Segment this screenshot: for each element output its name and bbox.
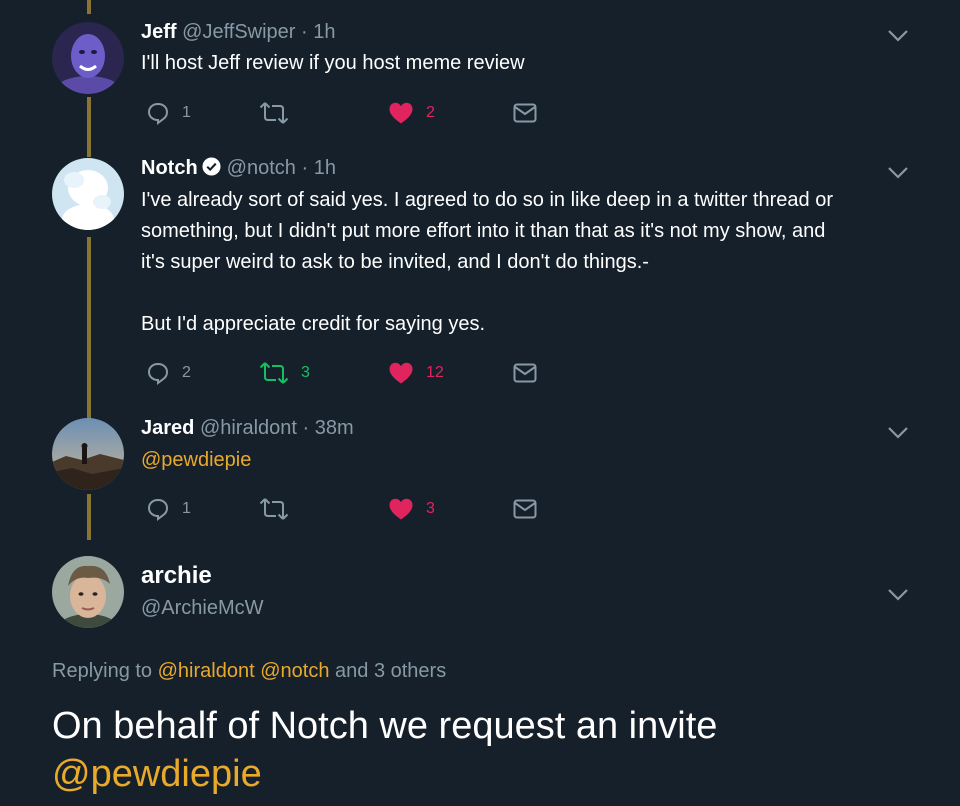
- reply-mention-link[interactable]: @hiraldont: [158, 660, 255, 682]
- like-count: 3: [426, 500, 435, 517]
- replying-prefix: Replying to: [52, 660, 153, 682]
- reply-count: 1: [182, 500, 191, 517]
- reply-icon: [147, 102, 169, 125]
- tweet-notch[interactable]: Notch @notch · 1h I've already sort of sa…: [0, 150, 960, 408]
- retweet-icon: [259, 498, 289, 520]
- tweet-actions: 1 3: [141, 494, 561, 524]
- focused-tweet-text: On behalf of Notch we request an invite …: [52, 702, 932, 798]
- like-icon: [389, 362, 413, 384]
- tweet-text-line: On behalf of Notch we request an invite: [52, 705, 718, 747]
- tweet-header: Jeff @JeffSwiper · 1h: [141, 21, 336, 44]
- tweet-text-line: I've already sort of said yes. I agreed …: [141, 189, 833, 211]
- user-handle[interactable]: @hiraldont: [200, 417, 297, 439]
- tweet-header: Jared @hiraldont · 38m: [141, 417, 354, 440]
- retweet-icon: [259, 362, 289, 384]
- retweet-button[interactable]: [259, 98, 289, 128]
- like-count: 12: [426, 364, 444, 381]
- reply-mention-link[interactable]: @notch: [260, 660, 329, 682]
- user-handle[interactable]: @ArchieMcW: [141, 597, 264, 620]
- separator-dot: ·: [302, 417, 310, 439]
- chevron-down-icon[interactable]: [887, 588, 909, 602]
- avatar[interactable]: [52, 158, 124, 230]
- dm-button[interactable]: [513, 358, 537, 388]
- display-name[interactable]: Jeff: [141, 21, 177, 43]
- tweet-actions: 1 2: [141, 98, 561, 128]
- timestamp[interactable]: 38m: [315, 417, 354, 439]
- dm-button[interactable]: [513, 98, 537, 128]
- reply-button[interactable]: 1: [146, 98, 191, 128]
- dm-icon: [513, 103, 537, 123]
- like-icon: [389, 498, 413, 520]
- reply-count: 1: [182, 104, 191, 121]
- retweet-button[interactable]: [259, 494, 289, 524]
- tweet-text-line: [141, 278, 911, 309]
- display-name[interactable]: Jared: [141, 417, 194, 439]
- reply-icon: [147, 362, 169, 385]
- display-name[interactable]: archie: [141, 562, 212, 590]
- mention-link[interactable]: @pewdiepie: [52, 750, 932, 798]
- reply-button[interactable]: 2: [146, 358, 191, 388]
- user-handle[interactable]: @JeffSwiper: [182, 21, 295, 43]
- tweet-text-line: But I'd appreciate credit for saying yes…: [141, 313, 485, 335]
- dm-icon: [513, 499, 537, 519]
- reply-button[interactable]: 1: [146, 494, 191, 524]
- chevron-down-icon[interactable]: [887, 29, 909, 43]
- reply-icon: [147, 498, 169, 521]
- separator-dot: ·: [301, 157, 309, 179]
- verified-badge-icon: [202, 157, 221, 176]
- tweet-jeff[interactable]: Jeff @JeffSwiper · 1h I'll host Jeff rev…: [0, 0, 960, 150]
- display-name[interactable]: Notch: [141, 157, 198, 179]
- tweet-text[interactable]: @pewdiepie: [141, 445, 911, 476]
- tweet-jared[interactable]: Jared @hiraldont · 38m @pewdiepie 1 3: [0, 408, 960, 538]
- dm-button[interactable]: [513, 494, 537, 524]
- replying-to: Replying to @hiraldont @notch and 3 othe…: [52, 660, 446, 683]
- chevron-down-icon[interactable]: [887, 166, 909, 180]
- avatar[interactable]: [52, 556, 124, 628]
- timestamp[interactable]: 1h: [314, 157, 336, 179]
- avatar[interactable]: [52, 418, 124, 490]
- replying-others[interactable]: and 3 others: [335, 660, 446, 682]
- reply-count: 2: [182, 364, 191, 381]
- tweet-text-line: something, but I didn't put more effort …: [141, 220, 826, 242]
- tweet-actions: 2 3 12: [141, 358, 561, 388]
- timestamp[interactable]: 1h: [313, 21, 335, 43]
- tweet-text: I'll host Jeff review if you host meme r…: [141, 52, 525, 74]
- retweet-icon: [259, 102, 289, 124]
- tweet-text-line: it's super weird to ask to be invited, a…: [141, 251, 649, 273]
- tweet-header: Notch @notch · 1h: [141, 157, 336, 180]
- tweet-text: I've already sort of said yes. I agreed …: [141, 185, 911, 340]
- like-button[interactable]: 2: [388, 98, 435, 128]
- chevron-down-icon[interactable]: [887, 426, 909, 440]
- like-count: 2: [426, 104, 435, 121]
- retweet-count: 3: [301, 364, 310, 381]
- user-handle[interactable]: @notch: [227, 157, 296, 179]
- like-button[interactable]: 12: [388, 358, 444, 388]
- like-icon: [389, 102, 413, 124]
- avatar[interactable]: [52, 22, 124, 94]
- separator-dot: ·: [301, 21, 308, 43]
- like-button[interactable]: 3: [388, 494, 435, 524]
- retweet-button[interactable]: 3: [259, 358, 310, 388]
- dm-icon: [513, 363, 537, 383]
